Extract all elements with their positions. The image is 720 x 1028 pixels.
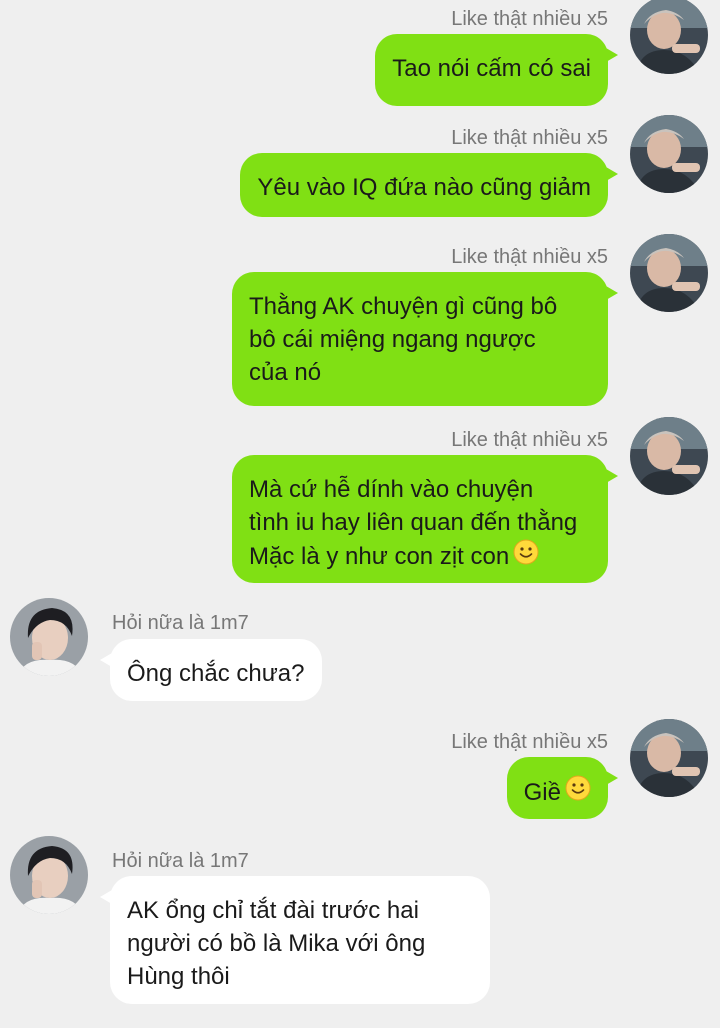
- sender-name: Hỏi nữa là 1m7: [112, 850, 249, 872]
- avatar-photo-icon: [10, 836, 88, 914]
- avatar[interactable]: [630, 719, 708, 797]
- message-text: Thằng AK chuyện gì cũng bô: [249, 293, 558, 320]
- message-text: Ông chắc chưa?: [127, 660, 305, 687]
- sender-name: Like thật nhiều x5: [451, 8, 608, 30]
- avatar[interactable]: [630, 417, 708, 495]
- sender-name: Hỏi nữa là 1m7: [112, 612, 249, 634]
- avatar[interactable]: [630, 234, 708, 312]
- avatar-photo-icon: [630, 115, 708, 193]
- avatar-photo-icon: [630, 234, 708, 312]
- smile-emoji-icon: [565, 775, 591, 810]
- avatar[interactable]: [10, 836, 88, 914]
- avatar-photo-icon: [10, 598, 88, 676]
- avatar[interactable]: [630, 0, 708, 74]
- sender-name: Like thật nhiều x5: [451, 429, 608, 451]
- message-bubble[interactable]: Mà cứ hễ dính vào chuyện tình iu hay liê…: [232, 455, 618, 583]
- avatar-photo-icon: [630, 0, 708, 74]
- chat-thread: Like thật nhiều x5 Tao nói cấm có sai Li…: [0, 0, 720, 1028]
- sender-name: Like thật nhiều x5: [451, 246, 608, 268]
- message-text: tình iu hay liên quan đến thằng: [249, 509, 578, 536]
- message-text: Giề: [523, 779, 561, 806]
- message-bubble[interactable]: AK ổng chỉ tắt đài trước hai người có bồ…: [100, 876, 490, 1004]
- message-bubble[interactable]: Thằng AK chuyện gì cũng bô bô cái miệng …: [232, 272, 618, 406]
- sender-name: Like thật nhiều x5: [451, 127, 608, 149]
- smile-emoji-icon: [513, 539, 539, 574]
- avatar-photo-icon: [630, 417, 708, 495]
- message-text: Mặc là y như con zịt con: [249, 543, 510, 570]
- avatar[interactable]: [630, 115, 708, 193]
- avatar[interactable]: [10, 598, 88, 676]
- message-bubble[interactable]: Giề: [506, 757, 619, 819]
- message-text: Hùng thôi: [127, 963, 230, 990]
- avatar-photo-icon: [630, 719, 708, 797]
- message-bubble[interactable]: Ông chắc chưa?: [100, 639, 322, 701]
- message-text: Tao nói cấm có sai: [392, 55, 591, 82]
- message-text: của nó: [249, 359, 322, 386]
- message-text: Mà cứ hễ dính vào chuyện: [249, 476, 534, 503]
- message-bubble[interactable]: Tao nói cấm có sai: [375, 34, 618, 106]
- message-text: bô cái miệng ngang ngược: [249, 326, 536, 353]
- message-text: người có bồ là Mika với ông: [127, 930, 426, 957]
- sender-name: Like thật nhiều x5: [451, 731, 608, 753]
- message-text: AK ổng chỉ tắt đài trước hai: [127, 897, 419, 924]
- message-bubble[interactable]: Yêu vào IQ đứa nào cũng giảm: [240, 153, 618, 217]
- message-text: Yêu vào IQ đứa nào cũng giảm: [257, 174, 591, 201]
